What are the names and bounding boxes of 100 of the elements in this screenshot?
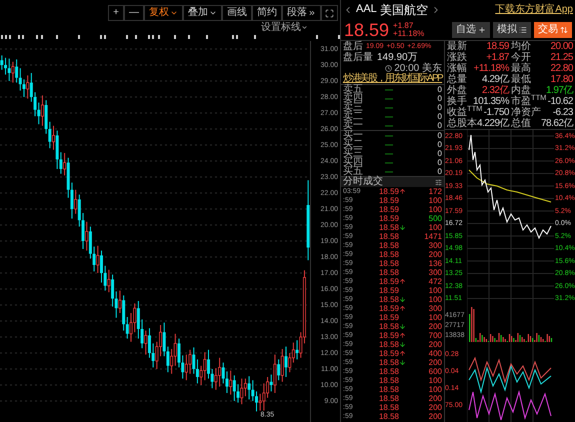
stat-value: 17.80 (549, 74, 573, 84)
candlestick (122, 294, 126, 332)
quote-action-button[interactable]: 模拟 (493, 22, 531, 38)
candlestick (107, 269, 110, 293)
trade-price: 18.59 (378, 286, 399, 294)
stat-label: 总量 (447, 74, 467, 84)
trade-price: 18.58 (378, 386, 399, 394)
order-level-label: 卖四 (343, 94, 364, 104)
trade-price: 18.58 (378, 412, 399, 420)
stat-label: 均价 (511, 42, 531, 52)
order-level-label: 买二 (343, 140, 364, 150)
order-volume: 0 (436, 168, 442, 176)
settings-icon[interactable] (435, 178, 442, 186)
stat-label: 涨跌 (447, 52, 467, 62)
trade-price: 18.59 (378, 214, 399, 222)
candlestick (277, 358, 280, 381)
trade-volume: 100 (428, 196, 442, 204)
stat-value: 20.00 (549, 42, 573, 52)
trade-price: 18.58 (378, 368, 399, 376)
plus-icon (478, 26, 486, 34)
order-volume: 0 (436, 150, 442, 158)
fullscreen-button[interactable] (321, 5, 338, 21)
trade-volume: 400 (428, 350, 442, 358)
candlestick (56, 130, 59, 170)
trade-price: 18.58 (378, 232, 399, 240)
candlestick (273, 354, 276, 394)
toolbar-button[interactable]: + (108, 5, 124, 21)
download-app-link[interactable]: 下载东方财富App (495, 2, 573, 18)
candlestick (280, 348, 284, 382)
candlestick (48, 121, 52, 149)
trade-volume: 100 (428, 286, 442, 294)
stat-value: +1.87 (485, 52, 509, 62)
candlestick (144, 330, 148, 356)
order-level-label: 卖三 (343, 102, 364, 112)
candlestick (229, 370, 232, 396)
promo-link[interactable]: 炒港美股，用东财国际APP (342, 74, 442, 84)
toolbar-button[interactable]: 叠加 (183, 5, 222, 21)
trade-price: 18.58 (378, 268, 399, 276)
order-volume: 0 (436, 94, 442, 102)
caret-icon (209, 9, 217, 17)
order-price: — (384, 168, 394, 176)
trade-volume: 172 (428, 188, 442, 196)
trade-volume: 100 (428, 224, 442, 232)
trade-price: 18.59 (378, 314, 399, 322)
stat-value: 101.35% (473, 96, 509, 106)
trade-volume: 300 (428, 268, 442, 276)
stock-name: 美国航空 (380, 2, 428, 19)
caret-icon (301, 24, 308, 31)
double-chevron-icon (308, 9, 316, 17)
candlestick (174, 333, 177, 366)
order-level-label: 卖五 (343, 84, 364, 94)
order-price: — (384, 132, 394, 140)
candlestick (52, 125, 56, 150)
order-price: — (384, 122, 394, 130)
trade-price: 18.58 (378, 260, 399, 268)
candlestick (184, 354, 188, 381)
stat-label: 最低 (511, 74, 531, 84)
trade-price: 18.58 (378, 322, 399, 330)
caret-icon (170, 9, 178, 17)
up-down-arrows-icon (560, 26, 568, 34)
toolbar-button[interactable]: 简约 (252, 5, 282, 21)
order-price: — (384, 150, 394, 158)
trade-price: 18.58 (378, 242, 399, 250)
stat-value: +11.18% (472, 64, 509, 74)
stat-label: 净资产 (511, 108, 541, 118)
trade-volume: 200 (428, 358, 442, 366)
stat-label: 总值 (511, 118, 532, 128)
stat-value: 21.25 (549, 52, 573, 62)
quote-action-button[interactable]: 自选 (452, 22, 490, 38)
after-hours-time: 20:00 美东 (394, 64, 442, 74)
trade-price: 18.58 (378, 376, 399, 384)
trade-volume: 200 (428, 322, 442, 330)
stat-label: 涨幅 (447, 64, 467, 74)
order-volume: 0 (436, 132, 442, 140)
order-price: — (384, 140, 394, 148)
candlestick (258, 393, 262, 412)
stat-label: 换手 (447, 96, 467, 106)
candlestick (126, 316, 129, 340)
order-level-label: 买四 (343, 158, 364, 168)
order-volume: 0 (436, 112, 442, 120)
candlestick (8, 58, 11, 82)
stat-value: -6.23 (552, 108, 573, 118)
stat-label: 市盈$^{TTM}$ (511, 96, 546, 106)
trade-price: 18.59 (378, 206, 399, 214)
trade-volume: 200 (428, 250, 442, 258)
candlestick (240, 378, 244, 405)
candlestick (162, 322, 166, 357)
trade-volume: 1471 (423, 232, 442, 240)
line-setting-dropdown[interactable]: 设置标线 (261, 22, 308, 32)
trade-price: 18.58 (378, 358, 399, 366)
toolbar-button[interactable]: 画线 (222, 5, 252, 21)
candlestick (59, 152, 62, 174)
trade-volume: 500 (428, 214, 442, 222)
toolbar-button[interactable]: 复权 (144, 5, 183, 21)
order-price: — (384, 112, 394, 120)
toolbar-button[interactable]: — (124, 5, 144, 21)
stat-value: -1.750 (482, 108, 509, 118)
fullscreen-icon (325, 8, 334, 18)
toolbar-button[interactable]: 段落 (282, 5, 321, 21)
trade-volume: 300 (428, 242, 442, 250)
